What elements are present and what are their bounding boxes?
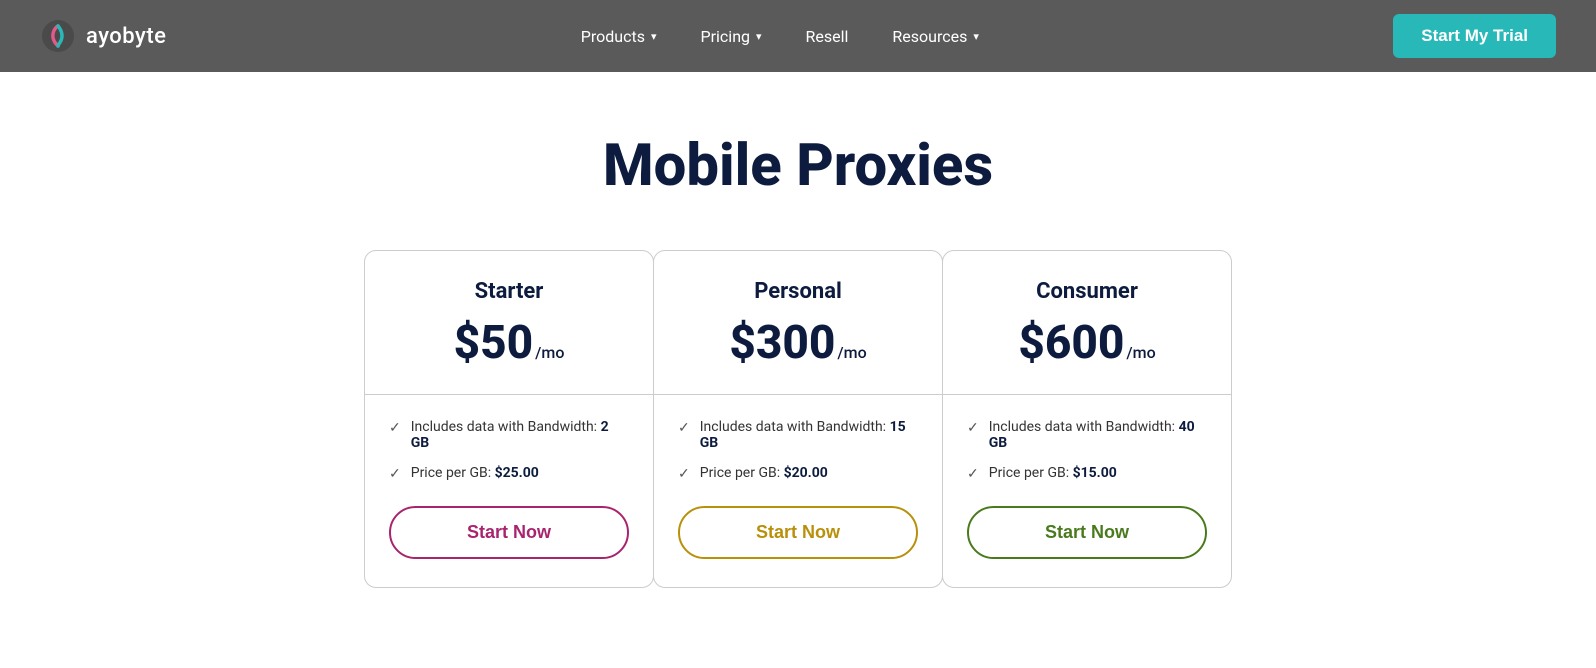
page-title: Mobile Proxies [20,132,1576,200]
start-trial-button[interactable]: Start My Trial [1393,14,1556,58]
navbar-cta: Start My Trial [1393,14,1556,58]
card-header-personal: Personal $300 /mo [654,251,942,395]
nav-item-pricing[interactable]: Pricing ▾ [683,19,780,54]
plan-price-starter: $50 /mo [389,316,629,370]
check-icon: ✓ [967,466,979,482]
main-content: Mobile Proxies Starter $50 /mo ✓ Include… [0,72,1596,668]
nav-item-resell[interactable]: Resell [788,19,867,54]
logo-icon [40,18,76,54]
start-now-button-starter[interactable]: Start Now [389,506,629,559]
feature-bandwidth-personal: ✓ Includes data with Bandwidth: 15 GB [678,419,918,451]
check-icon: ✓ [678,466,690,482]
check-icon: ✓ [389,466,401,482]
card-header-starter: Starter $50 /mo [365,251,653,395]
nav-item-resources[interactable]: Resources ▾ [874,19,996,54]
card-body-personal: ✓ Includes data with Bandwidth: 15 GB ✓ … [654,395,942,587]
card-body-consumer: ✓ Includes data with Bandwidth: 40 GB ✓ … [943,395,1231,587]
check-icon: ✓ [678,420,690,436]
check-icon: ✓ [389,420,401,436]
check-icon: ✓ [967,420,979,436]
feature-price-per-gb-personal: ✓ Price per GB: $20.00 [678,465,918,482]
chevron-down-icon: ▾ [651,30,657,43]
plan-name-personal: Personal [678,279,918,304]
plan-name-starter: Starter [389,279,629,304]
navbar: ayobyte Products ▾ Pricing ▾ Resell Reso… [0,0,1596,72]
feature-price-per-gb-starter: ✓ Price per GB: $25.00 [389,465,629,482]
nav-menu: Products ▾ Pricing ▾ Resell Resources ▾ [563,19,997,54]
start-now-button-consumer[interactable]: Start Now [967,506,1207,559]
plan-name-consumer: Consumer [967,279,1207,304]
start-now-button-personal[interactable]: Start Now [678,506,918,559]
nav-item-products[interactable]: Products ▾ [563,19,675,54]
logo-text: ayobyte [86,24,166,49]
pricing-card-consumer: Consumer $600 /mo ✓ Includes data with B… [942,250,1232,588]
pricing-card-starter: Starter $50 /mo ✓ Includes data with Ban… [364,250,654,588]
logo-area: ayobyte [40,18,166,54]
chevron-down-icon: ▾ [756,30,762,43]
pricing-cards: Starter $50 /mo ✓ Includes data with Ban… [348,250,1248,588]
feature-bandwidth-starter: ✓ Includes data with Bandwidth: 2 GB [389,419,629,451]
feature-bandwidth-consumer: ✓ Includes data with Bandwidth: 40 GB [967,419,1207,451]
feature-price-per-gb-consumer: ✓ Price per GB: $15.00 [967,465,1207,482]
plan-price-personal: $300 /mo [678,316,918,370]
chevron-down-icon: ▾ [973,30,979,43]
plan-price-consumer: $600 /mo [967,316,1207,370]
card-header-consumer: Consumer $600 /mo [943,251,1231,395]
pricing-card-personal: Personal $300 /mo ✓ Includes data with B… [653,250,943,588]
card-body-starter: ✓ Includes data with Bandwidth: 2 GB ✓ P… [365,395,653,587]
